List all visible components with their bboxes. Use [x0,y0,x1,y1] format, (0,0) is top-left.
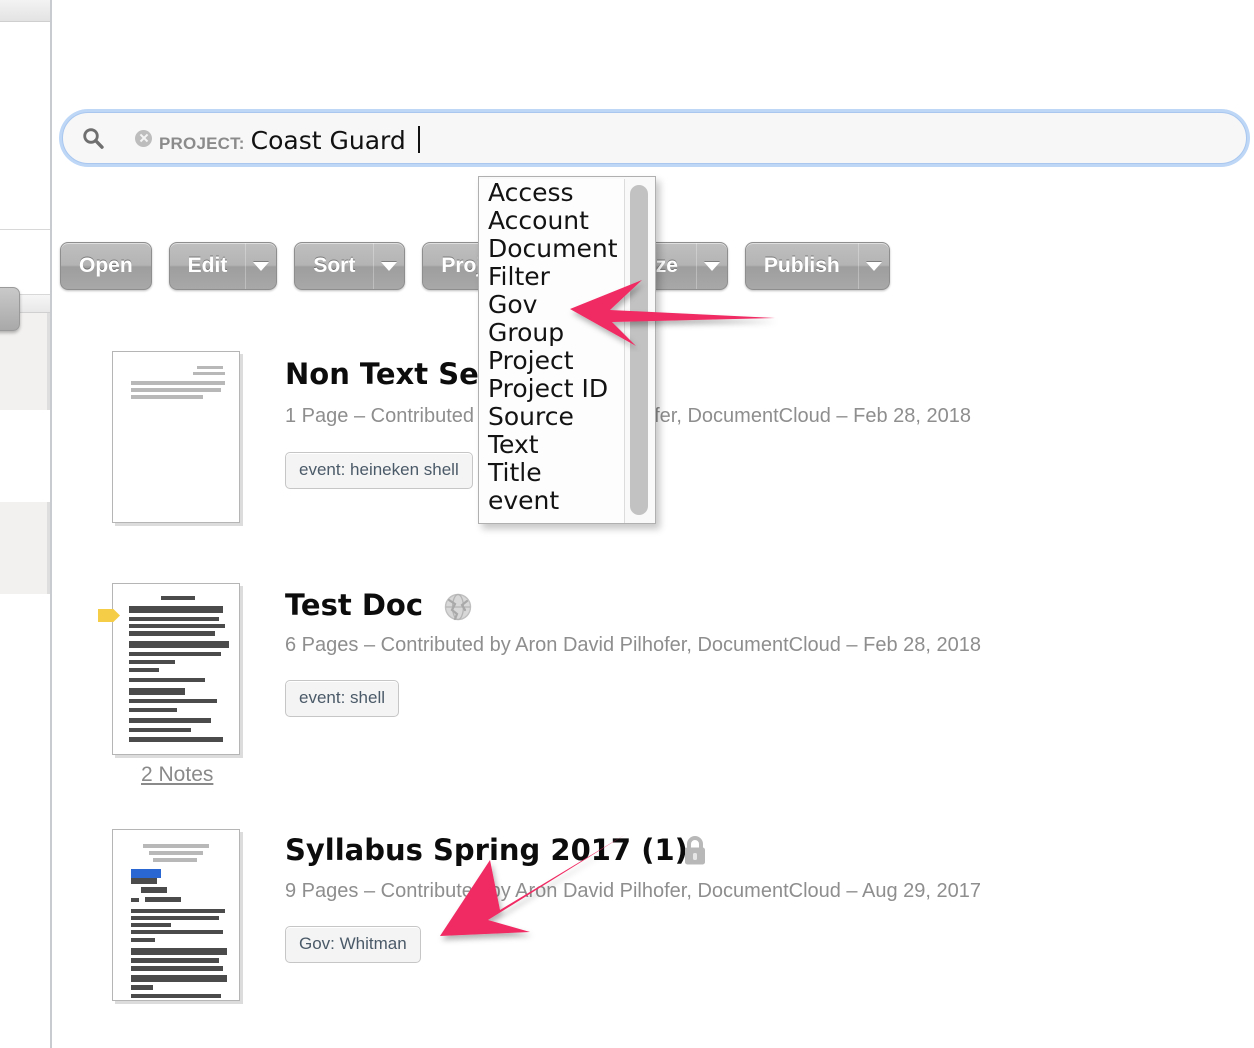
autocomplete-option-list[interactable]: Access Account Document Filter Gov Group… [479,179,625,523]
search-icon[interactable] [81,126,105,150]
autocomplete-option-account[interactable]: Account [479,207,624,235]
autocomplete-option-text[interactable]: Text [479,431,624,459]
search-facet-project[interactable]: PROJECT: Coast Guard [135,122,420,155]
document-tag-pill[interactable]: event: heineken shell [285,452,473,489]
chevron-down-icon[interactable] [373,243,404,289]
globe-icon [443,592,473,627]
remove-circle-icon[interactable] [135,129,152,147]
autocomplete-scrollbar[interactable] [629,180,649,522]
autocomplete-option-project[interactable]: Project [479,347,624,375]
sidebar-collapse-button[interactable] [0,287,20,331]
document-tag-pill[interactable]: Gov: Whitman [285,926,421,963]
document-title[interactable]: Test Doc [285,588,423,622]
search-bar[interactable]: PROJECT: Coast Guard [62,112,1247,164]
document-thumbnail[interactable] [112,829,240,1001]
edit-button-label: Edit [187,254,228,277]
sidebar-list-item-2[interactable] [0,410,50,502]
thumbnail-page-image [112,829,240,1001]
search-input-value[interactable]: Coast Guard [251,126,406,155]
document-notes-link[interactable]: 2 Notes [141,763,213,787]
action-toolbar: Open Edit Sort Project Analyze Publish [60,242,890,290]
left-sidebar-panel [0,0,52,1048]
document-tag-pill[interactable]: event: shell [285,680,399,717]
document-title[interactable]: Syllabus Spring 2017 (1) [285,833,688,867]
document-meta: 6 Pages – Contributed by Aron David Pilh… [285,634,981,656]
sidebar-header-strip [0,0,50,22]
autocomplete-option-group[interactable]: Group [479,319,624,347]
search-facet-label: PROJECT: [159,133,245,153]
open-button[interactable]: Open [60,242,152,290]
autocomplete-option-event[interactable]: event [479,487,624,515]
chevron-down-icon[interactable] [857,243,889,289]
open-button-label: Open [79,254,133,277]
sort-menu-button[interactable]: Sort [294,242,406,290]
sidebar-section-2[interactable] [0,230,50,295]
thumbnail-page-image [112,351,240,523]
autocomplete-option-title[interactable]: Title [479,459,624,487]
text-cursor-caret [417,125,420,153]
thumbnail-page-image [112,583,240,755]
autocomplete-option-document[interactable]: Document [479,235,624,263]
lock-icon [680,834,710,873]
sort-button-label: Sort [313,254,356,277]
scrollbar-thumb[interactable] [630,185,648,515]
autocomplete-option-source[interactable]: Source [479,403,624,431]
autocomplete-option-project-id[interactable]: Project ID [479,375,624,403]
edit-menu-button[interactable]: Edit [168,242,278,290]
autocomplete-dropdown[interactable]: Access Account Document Filter Gov Group… [478,176,656,524]
sidebar-list-item-3[interactable] [0,502,50,594]
sidebar-list-item-4[interactable] [0,594,50,1048]
autocomplete-option-filter[interactable]: Filter [479,263,624,291]
autocomplete-option-gov[interactable]: Gov [479,291,624,319]
chevron-down-icon[interactable] [245,243,276,289]
autocomplete-option-access[interactable]: Access [479,179,624,207]
document-thumbnail[interactable] [112,351,240,523]
document-meta: 9 Pages – Contributed by Aron David Pilh… [285,880,982,902]
chevron-down-icon[interactable] [695,243,727,289]
sidebar-section-1[interactable] [0,22,50,230]
publish-menu-button[interactable]: Publish [744,242,890,290]
publish-button-label: Publish [763,254,840,277]
document-thumbnail[interactable] [98,583,240,755]
